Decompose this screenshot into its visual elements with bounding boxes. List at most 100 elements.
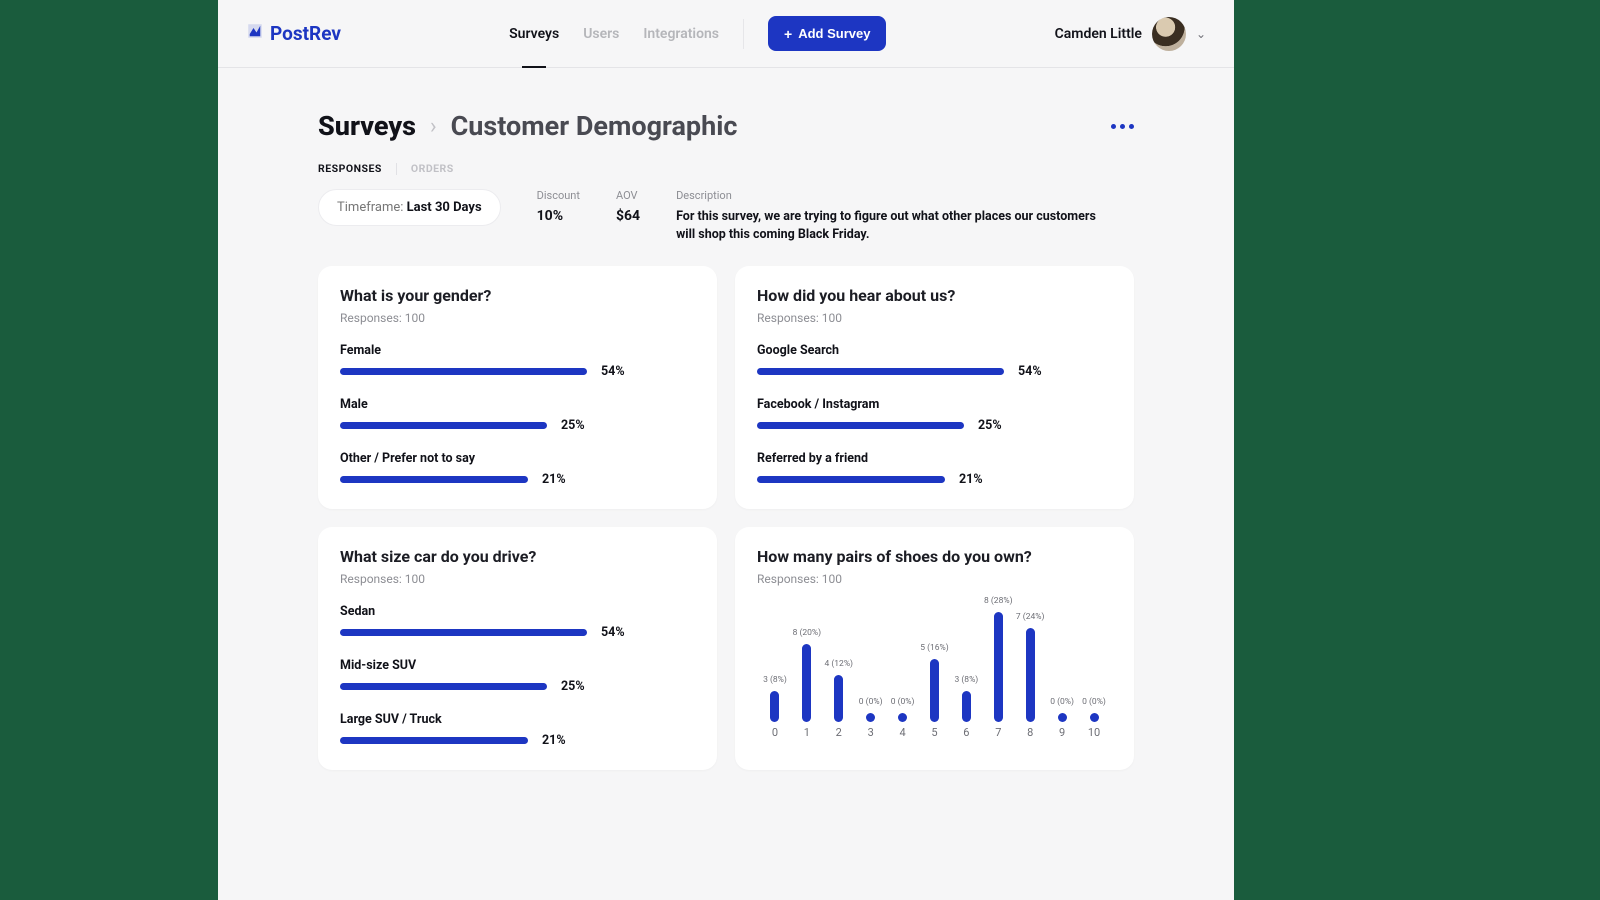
timeframe-selector[interactable]: Timeframe: Last 30 Days bbox=[318, 189, 501, 226]
bar-line: 54% bbox=[757, 364, 1112, 379]
histogram-bar bbox=[866, 713, 875, 722]
card-responses: Responses: 100 bbox=[757, 311, 1112, 325]
histogram-x-label: 0 bbox=[759, 726, 791, 739]
chevron-right-icon: › bbox=[430, 114, 437, 139]
bar-fill bbox=[340, 422, 547, 429]
bar-percent: 54% bbox=[1018, 364, 1042, 379]
histogram-value-label: 0 (0%) bbox=[891, 697, 915, 707]
timeframe-value: Last 30 Days bbox=[407, 200, 482, 215]
stat-aov: AOV $64 bbox=[616, 189, 640, 224]
bar-line: 21% bbox=[757, 472, 1112, 487]
bar-line: 54% bbox=[340, 625, 695, 640]
card-title: How many pairs of shoes do you own? bbox=[757, 547, 1112, 566]
brand-logo-icon bbox=[246, 22, 264, 45]
add-survey-label: Add Survey bbox=[798, 26, 870, 41]
bar-label: Google Search bbox=[757, 343, 1112, 358]
histogram-value-label: 0 (0%) bbox=[859, 697, 883, 707]
histogram-x-label: 3 bbox=[855, 726, 887, 739]
bar-fill bbox=[340, 683, 547, 690]
user-menu[interactable]: Camden Little ⌄ bbox=[1055, 17, 1206, 51]
bar-fill bbox=[757, 422, 964, 429]
card-responses: Responses: 100 bbox=[340, 572, 695, 586]
user-display-name: Camden Little bbox=[1055, 26, 1142, 42]
bar-label: Male bbox=[340, 397, 695, 412]
histogram-column: 0 (0%) bbox=[1078, 697, 1110, 722]
more-actions-button[interactable] bbox=[1111, 124, 1134, 129]
histogram-column: 0 (0%) bbox=[855, 697, 887, 722]
plus-icon: + bbox=[784, 27, 792, 41]
add-survey-button[interactable]: + Add Survey bbox=[768, 16, 886, 51]
cards-grid: What is your gender?Responses: 100Female… bbox=[318, 266, 1134, 770]
bar-percent: 54% bbox=[601, 364, 625, 379]
avatar bbox=[1152, 17, 1186, 51]
breadcrumb: Surveys › Customer Demographic bbox=[318, 110, 1134, 142]
histogram-column: 3 (8%) bbox=[950, 675, 982, 722]
bar-line: 25% bbox=[340, 679, 695, 694]
tab-responses[interactable]: RESPONSES bbox=[318, 162, 382, 175]
bar-row: Mid-size SUV 25% bbox=[340, 658, 695, 694]
breadcrumb-root[interactable]: Surveys bbox=[318, 110, 416, 142]
histogram-x-label: 2 bbox=[823, 726, 855, 739]
histogram-value-label: 3 (8%) bbox=[763, 675, 787, 685]
bar-label: Facebook / Instagram bbox=[757, 397, 1112, 412]
card-title: What is your gender? bbox=[340, 286, 695, 305]
histogram-x-label: 7 bbox=[982, 726, 1014, 739]
app-frame: PostRev Surveys Users Integrations + Add S… bbox=[218, 0, 1234, 900]
bar-fill bbox=[340, 629, 587, 636]
histogram-value-label: 5 (16%) bbox=[920, 643, 949, 653]
bar-percent: 54% bbox=[601, 625, 625, 640]
nav-item-integrations[interactable]: Integrations bbox=[643, 26, 719, 42]
survey-card: What is your gender?Responses: 100Female… bbox=[318, 266, 717, 509]
section-tabs: RESPONSES ORDERS bbox=[318, 162, 1134, 175]
divider bbox=[743, 19, 744, 49]
bar-row: Facebook / Instagram 25% bbox=[757, 397, 1112, 433]
bar-label: Large SUV / Truck bbox=[340, 712, 695, 727]
bar-fill bbox=[340, 476, 528, 483]
bar-label: Mid-size SUV bbox=[340, 658, 695, 673]
histogram-x-axis: 012345678910 bbox=[757, 722, 1112, 739]
card-title: What size car do you drive? bbox=[340, 547, 695, 566]
bar-row: Large SUV / Truck 21% bbox=[340, 712, 695, 748]
histogram-bar bbox=[770, 691, 779, 722]
bar-list: Google Search 54% Facebook / Instagram 25% R… bbox=[757, 343, 1112, 487]
histogram-value-label: 0 (0%) bbox=[1050, 697, 1074, 707]
bar-fill bbox=[757, 476, 945, 483]
histogram-bar bbox=[898, 713, 907, 722]
histogram-x-label: 4 bbox=[887, 726, 919, 739]
tab-orders[interactable]: ORDERS bbox=[411, 162, 454, 175]
brand-name: PostRev bbox=[270, 22, 341, 45]
chevron-down-icon: ⌄ bbox=[1196, 27, 1206, 41]
histogram-column: 0 (0%) bbox=[1046, 697, 1078, 722]
bar-row: Male 25% bbox=[340, 397, 695, 433]
bar-fill bbox=[340, 737, 528, 744]
bar-line: 25% bbox=[340, 418, 695, 433]
bar-fill bbox=[757, 368, 1004, 375]
stat-value: $64 bbox=[616, 208, 640, 224]
bar-label: Other / Prefer not to say bbox=[340, 451, 695, 466]
nav-item-users[interactable]: Users bbox=[583, 26, 619, 42]
histogram-bar bbox=[930, 659, 939, 722]
brand[interactable]: PostRev bbox=[246, 22, 341, 45]
histogram-x-label: 9 bbox=[1046, 726, 1078, 739]
bar-list: Sedan54%Mid-size SUV25%Large SUV / Truck… bbox=[340, 604, 695, 748]
histogram-column: 4 (12%) bbox=[823, 659, 855, 722]
histogram-value-label: 8 (20%) bbox=[793, 628, 822, 638]
histogram-x-label: 1 bbox=[791, 726, 823, 739]
bar-line: 25% bbox=[757, 418, 1112, 433]
bar-percent: 21% bbox=[542, 733, 566, 748]
divider bbox=[396, 163, 397, 175]
infobar: Timeframe: Last 30 Days Discount 10% AOV… bbox=[318, 189, 1134, 244]
card-responses: Responses: 100 bbox=[757, 572, 1112, 586]
histogram-bar bbox=[1058, 713, 1067, 722]
bar-row: Referred by a friend21% bbox=[757, 451, 1112, 487]
histogram-column: 8 (28%) bbox=[982, 596, 1014, 722]
histogram-value-label: 0 (0%) bbox=[1082, 697, 1106, 707]
bar-percent: 25% bbox=[561, 679, 585, 694]
bar-row: Google Search 54% bbox=[757, 343, 1112, 379]
histogram: 3 (8%) 8 (20%) 4 (12%) 0 (0%) 0 (0%) 5 (16%) 3… bbox=[757, 592, 1112, 722]
bar-percent: 25% bbox=[978, 418, 1002, 433]
bar-percent: 21% bbox=[959, 472, 983, 487]
bar-list: Female54%Male25%Other / Prefer not to sa… bbox=[340, 343, 695, 487]
nav-item-surveys[interactable]: Surveys bbox=[509, 26, 559, 42]
bar-percent: 25% bbox=[561, 418, 585, 433]
